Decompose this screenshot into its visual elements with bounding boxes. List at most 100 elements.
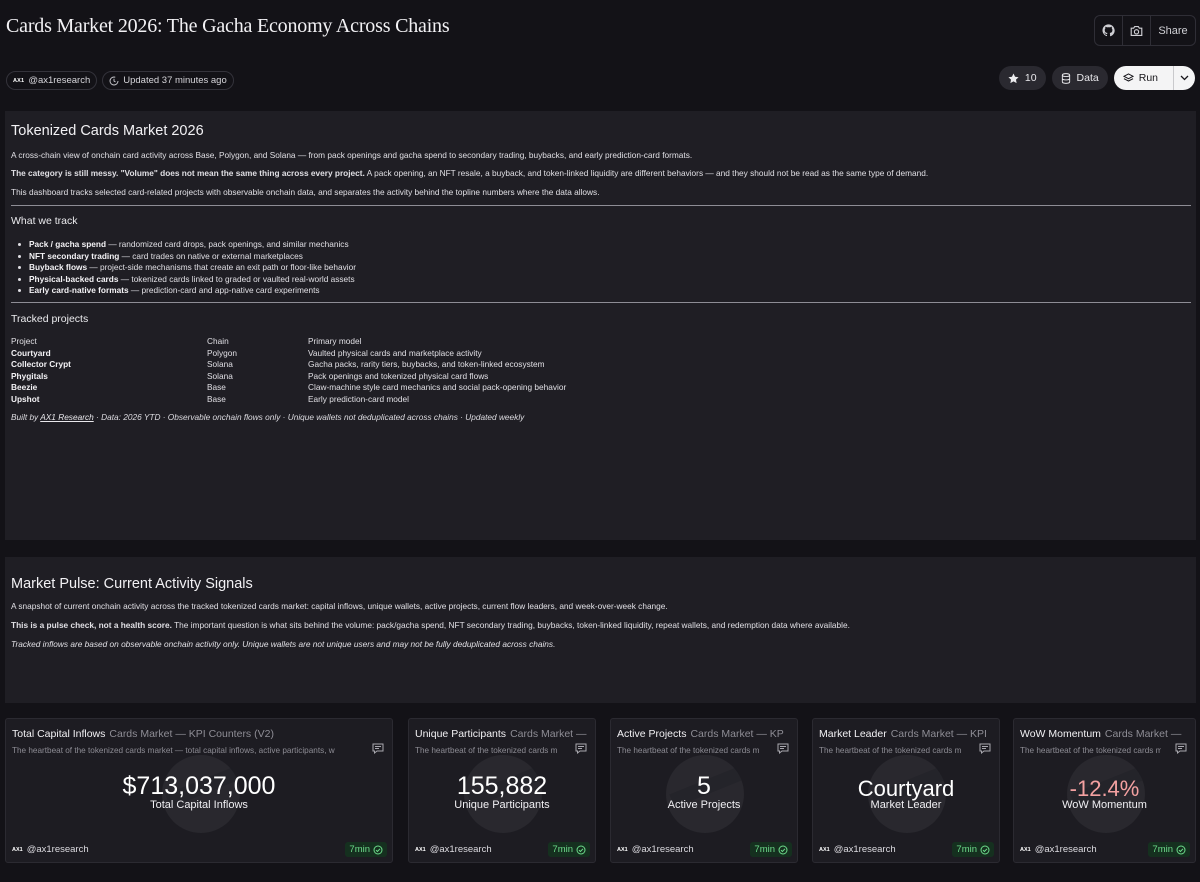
updated-chip: Updated 37 minutes ago xyxy=(102,71,234,90)
card-title: Unique Participants Cards Market — xyxy=(415,728,587,740)
pulse-paragraph-2-rest: The important question is what sits behi… xyxy=(171,620,850,630)
github-button[interactable] xyxy=(1095,16,1123,45)
screenshot-button[interactable] xyxy=(1123,16,1151,45)
run-options-toggle[interactable] xyxy=(1173,66,1195,90)
table-row: Beezie Base Claw-machine style card mechan… xyxy=(11,382,566,394)
comment-icon[interactable] xyxy=(777,743,789,754)
ax1-logo: AX1 xyxy=(617,846,628,853)
ax1-logo: AX1 xyxy=(819,846,830,853)
camera-icon xyxy=(1130,25,1143,36)
kpi-value: 155,882 xyxy=(456,772,548,800)
list-item: NFT secondary trading — card trades on n… xyxy=(18,250,356,263)
pulse-paragraph-2: This is a pulse check, not a health scor… xyxy=(11,620,850,631)
kpi-card-unique-participants[interactable]: Unique Participants Cards Market — The he… xyxy=(408,718,596,863)
table-cell: Solana xyxy=(207,370,233,381)
pulse-paragraph-3: Tracked inflows are based on observable … xyxy=(11,639,556,649)
table-cell: Upshot xyxy=(11,393,40,404)
card-author[interactable]: AX1 @ax1research xyxy=(415,844,492,855)
kpi-card-wow-momentum[interactable]: WoW Momentum Cards Market — The heartbeat… xyxy=(1013,718,1196,863)
table-row: Upshot Base Early prediction-card model xyxy=(11,394,566,406)
table-cell: Pack openings and tokenized physical car… xyxy=(308,370,489,381)
table-cell: Vaulted physical cards and marketplace a… xyxy=(308,347,482,358)
table-cell: Base xyxy=(207,382,226,392)
comment-icon[interactable] xyxy=(575,743,587,754)
freshness-badge: 7min xyxy=(750,842,792,857)
pulse-paragraph-1: A snapshot of current onchain activity a… xyxy=(11,601,668,611)
pulse-title: Market Pulse: Current Activity Signals xyxy=(11,576,253,592)
card-description: The heartbeat of the tokenized cards mar… xyxy=(12,746,335,755)
card-title: WoW Momentum Cards Market — xyxy=(1020,728,1182,740)
data-button[interactable]: Data xyxy=(1051,66,1108,90)
author-chip[interactable]: AX1 @ax1research xyxy=(6,71,98,90)
github-icon xyxy=(1102,24,1115,37)
check-circle-icon xyxy=(373,845,383,854)
column-header: Chain xyxy=(207,336,229,346)
table-cell: Courtyard xyxy=(11,347,51,358)
table-cell: Claw-machine style card mechanics and so… xyxy=(308,382,567,392)
comment-icon[interactable] xyxy=(372,743,384,754)
star-button[interactable]: 10 xyxy=(998,66,1046,90)
card-author[interactable]: AX1 @ax1research xyxy=(819,844,896,855)
intro-paragraph-2-lead: The category is still messy. "Volume" do… xyxy=(11,168,365,178)
projects-table: Project Chain Primary model Courtyard Pol… xyxy=(11,336,566,405)
kpi-label: Total Capital Inflows xyxy=(150,799,248,811)
list-item-text: — project-side mechanisms that create an… xyxy=(87,262,356,272)
comment-icon[interactable] xyxy=(1175,743,1187,754)
ax1-research-link[interactable]: AX1 Research xyxy=(40,412,94,422)
kpi-card-market-leader[interactable]: Market Leader Cards Market — KPI The hear… xyxy=(812,718,1000,863)
table-cell: Early prediction-card model xyxy=(308,393,409,404)
check-circle-icon xyxy=(1176,845,1186,854)
kpi-value: 5 xyxy=(697,772,711,800)
track-heading: What we track xyxy=(11,215,78,227)
freshness-badge: 7min xyxy=(1148,842,1190,857)
intro-panel: Tokenized Cards Market 2026 A cross-chai… xyxy=(5,111,1196,540)
table-row: Courtyard Polygon Vaulted physical cards a… xyxy=(11,348,566,360)
check-circle-icon xyxy=(980,845,990,854)
card-title: Active Projects Cards Market — KP xyxy=(617,728,784,740)
table-cell: Gacha packs, rarity tiers, buybacks, and… xyxy=(308,359,545,369)
comment-icon[interactable] xyxy=(979,743,991,754)
projects-heading: Tracked projects xyxy=(11,313,89,325)
card-author[interactable]: AX1 @ax1research xyxy=(617,844,694,855)
header-actions: 10 Data Run xyxy=(998,66,1195,90)
list-item: Physical-backed cards — tokenized cards … xyxy=(18,273,356,286)
list-item: Early card-native formats — prediction-c… xyxy=(18,285,356,297)
card-description: The heartbeat of the tokenized cards m xyxy=(1020,746,1161,755)
list-item-term: Physical-backed cards xyxy=(29,273,119,284)
meta-row: AX1 @ax1research Updated 37 minutes ago xyxy=(6,71,234,90)
updated-text: Updated 37 minutes ago xyxy=(123,75,227,86)
run-button[interactable]: Run xyxy=(1113,66,1195,90)
share-button[interactable]: Share xyxy=(1151,16,1195,45)
kpi-value: $713,037,000 xyxy=(122,772,276,800)
list-item: Pack / gacha spend — randomized card dro… xyxy=(18,239,356,251)
table-row: Collector Crypt Solana Gacha packs, rarity… xyxy=(11,359,566,371)
list-item-text: — tokenized cards linked to graded or va… xyxy=(118,273,355,284)
pulse-paragraph-2-lead: This is a pulse check, not a health scor… xyxy=(11,620,172,630)
table-cell: Base xyxy=(207,393,226,404)
database-icon xyxy=(1061,72,1070,84)
list-item-term: NFT secondary trading xyxy=(29,250,120,261)
ax1-logo: AX1 xyxy=(13,77,25,84)
card-title: Market Leader Cards Market — KPI xyxy=(819,728,987,740)
intro-title: Tokenized Cards Market 2026 xyxy=(11,123,204,139)
ax1-logo: AX1 xyxy=(12,846,23,853)
intro-paragraph-2-rest: A pack opening, an NFT resale, a buyback… xyxy=(364,168,929,178)
card-author[interactable]: AX1 @ax1research xyxy=(12,844,89,855)
table-cell: Collector Crypt xyxy=(11,359,71,369)
list-item-text: — prediction-card and app-native card ex… xyxy=(128,285,320,295)
top-toolbar: Share xyxy=(1094,15,1196,46)
kpi-card-total-capital-inflows[interactable]: Total Capital Inflows Cards Market — KPI … xyxy=(5,718,393,863)
card-title: Total Capital Inflows Cards Market — KPI … xyxy=(12,728,274,740)
freshness-badge: 7min xyxy=(345,842,387,857)
column-header: Project xyxy=(11,336,37,346)
intro-paragraph-1: A cross-chain view of onchain card activ… xyxy=(11,150,693,160)
card-author[interactable]: AX1 @ax1research xyxy=(1020,844,1097,855)
table-row: Phygitals Solana Pack openings and tokeniz… xyxy=(11,371,566,383)
kpi-card-active-projects[interactable]: Active Projects Cards Market — KP The hea… xyxy=(610,718,798,863)
list-item-term: Buyback flows xyxy=(29,262,88,272)
layers-icon xyxy=(1122,73,1134,82)
run-label: Run xyxy=(1138,72,1158,84)
chevron-down-icon xyxy=(1180,75,1189,81)
card-description: The heartbeat of the tokenized cards m xyxy=(415,746,558,755)
intro-paragraph-3: This dashboard tracks selected card-rela… xyxy=(11,187,600,197)
